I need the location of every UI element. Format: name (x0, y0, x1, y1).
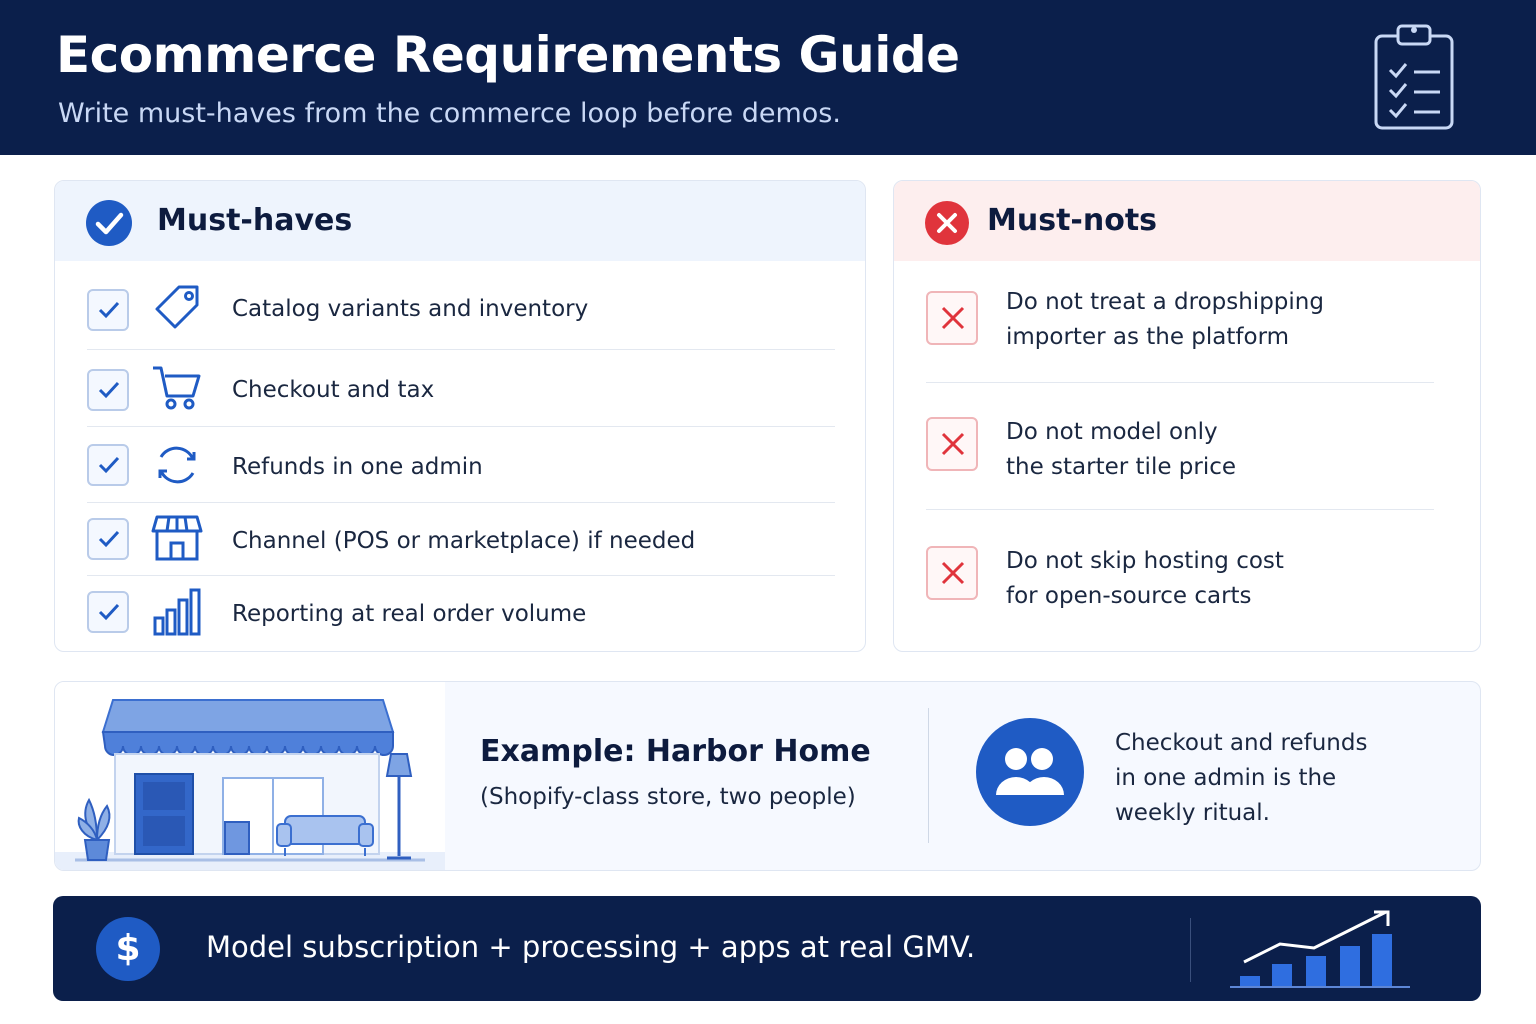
divider (1190, 918, 1191, 982)
example-subtitle: (Shopify-class store, two people) (480, 784, 856, 810)
x-mark-box (926, 417, 978, 471)
list-item: Do not skip hosting cost for open-source… (926, 510, 1434, 640)
example-panel: Example: Harbor Home (Shopify-class stor… (54, 681, 1481, 871)
must-nots-card: Must-nots Do not treat a dropshipping im… (893, 180, 1481, 652)
example-note: Checkout and refunds in one admin is the… (1115, 726, 1415, 831)
must-not-label: Do not treat a dropshipping importer as … (1006, 285, 1426, 355)
must-not-line: Do not treat a dropshipping (1006, 289, 1324, 315)
must-haves-title: Must-haves (157, 203, 353, 238)
footer-banner: $ Model subscription + processing + apps… (53, 896, 1481, 1001)
checkbox[interactable] (87, 444, 129, 486)
x-mark-icon (941, 561, 965, 585)
must-have-label: Checkout and tax (232, 377, 435, 403)
list-item: Refunds in one admin (87, 427, 835, 503)
page-subtitle: Write must-haves from the commerce loop … (58, 98, 841, 129)
must-not-label: Do not skip hosting cost for open-source… (1006, 544, 1426, 614)
dollar-icon: $ (96, 917, 160, 981)
list-item: Catalog variants and inventory (87, 269, 835, 350)
bar-chart-icon (153, 588, 201, 636)
must-nots-header: Must-nots (894, 181, 1480, 261)
must-not-line: Do not skip hosting cost (1006, 548, 1284, 574)
must-have-label: Catalog variants and inventory (232, 296, 589, 322)
must-not-line: importer as the platform (1006, 324, 1290, 350)
must-haves-header: Must-haves (55, 181, 865, 261)
must-nots-title: Must-nots (987, 203, 1158, 238)
checkbox[interactable] (87, 369, 129, 411)
must-haves-card: Must-haves Catalog variants and inventor… (54, 180, 866, 652)
must-not-line: the starter tile price (1006, 454, 1237, 480)
must-have-label: Refunds in one admin (232, 454, 483, 480)
must-not-line: for open-source carts (1006, 583, 1252, 609)
list-item: Checkout and tax (87, 350, 835, 427)
checkbox[interactable] (87, 518, 129, 560)
example-title: Example: Harbor Home (480, 734, 871, 769)
must-not-line: Do not model only (1006, 419, 1218, 445)
checkmark-icon (98, 381, 120, 399)
x-mark-box (926, 546, 978, 600)
refresh-icon (158, 446, 196, 484)
list-item: Channel (POS or marketplace) if needed (87, 503, 835, 576)
check-circle-icon (86, 200, 132, 246)
must-not-label: Do not model only the starter tile price (1006, 415, 1426, 485)
shopping-cart-icon (153, 366, 201, 410)
growth-chart-icon (1230, 910, 1410, 988)
divider (928, 708, 929, 843)
storefront-icon (151, 515, 203, 561)
list-item: Do not model only the starter tile price (926, 383, 1434, 510)
list-item: Reporting at real order volume (87, 576, 835, 650)
example-note-line: weekly ritual. (1115, 800, 1270, 826)
checkbox[interactable] (87, 289, 129, 331)
checkmark-icon (98, 530, 120, 548)
list-item: Do not treat a dropshipping importer as … (926, 263, 1434, 383)
header-banner: Ecommerce Requirements Guide Write must-… (0, 0, 1536, 155)
page-title: Ecommerce Requirements Guide (56, 26, 960, 84)
must-have-label: Reporting at real order volume (232, 601, 587, 627)
checkmark-icon (98, 456, 120, 474)
checkbox[interactable] (87, 591, 129, 633)
clipboard-checklist-icon (1374, 24, 1454, 130)
footer-text: Model subscription + processing + apps a… (206, 930, 976, 964)
x-mark-icon (941, 306, 965, 330)
checkmark-icon (98, 301, 120, 319)
x-circle-icon (925, 201, 969, 245)
storefront-illustration (55, 682, 445, 870)
x-mark-icon (941, 432, 965, 456)
must-have-label: Channel (POS or marketplace) if needed (232, 528, 696, 554)
example-note-line: Checkout and refunds (1115, 730, 1368, 756)
example-note-line: in one admin is the (1115, 765, 1337, 791)
price-tag-icon (155, 285, 199, 329)
checkmark-icon (98, 603, 120, 621)
team-users-icon (976, 718, 1084, 826)
x-mark-box (926, 291, 978, 345)
